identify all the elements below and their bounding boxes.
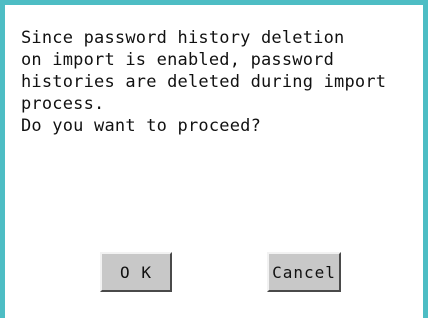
message-line-5: Do you want to proceed? xyxy=(21,116,262,136)
confirmation-dialog: Since password history deletion on impor… xyxy=(0,0,428,318)
dialog-border-right xyxy=(423,0,428,318)
dialog-message: Since password history deletion on impor… xyxy=(21,27,421,137)
message-line-2: on import is enabled, password xyxy=(21,50,335,70)
message-line-4: process. xyxy=(21,94,105,114)
dialog-body: Since password history deletion on impor… xyxy=(5,5,423,318)
ok-button[interactable]: O K xyxy=(100,252,172,292)
cancel-button[interactable]: Cancel xyxy=(267,252,341,292)
message-line-1: Since password history deletion xyxy=(21,28,345,48)
message-line-3: histories are deleted during import xyxy=(21,72,387,92)
